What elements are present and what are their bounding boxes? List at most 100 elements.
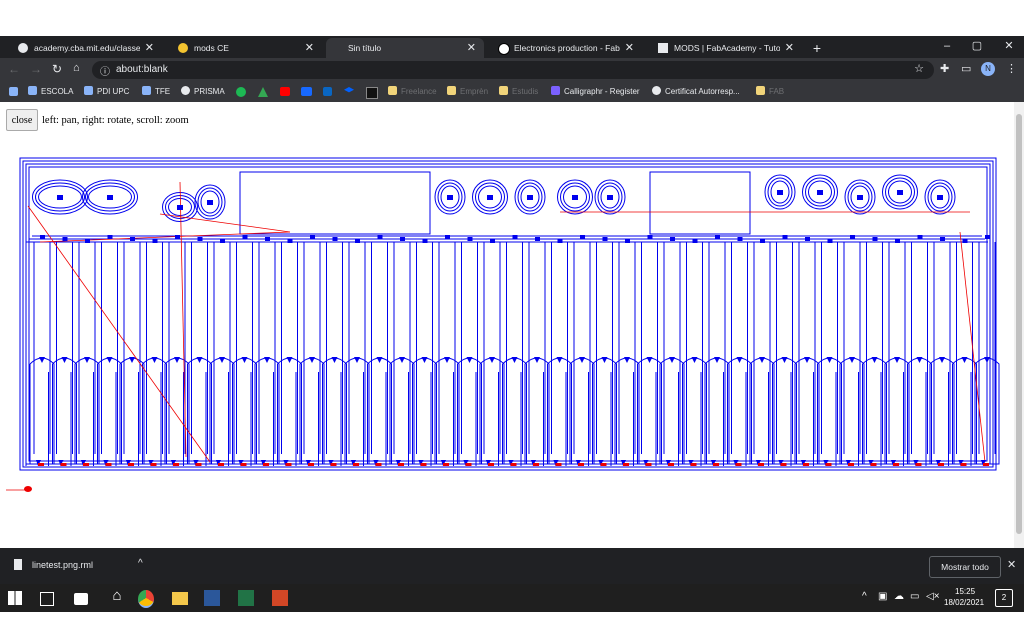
- tab-mods-ce[interactable]: mods CE ✕: [166, 38, 322, 58]
- arrow-mark: [129, 357, 135, 363]
- cast-icon[interactable]: ▭: [961, 62, 971, 75]
- finger-trace-path: [686, 242, 703, 454]
- linkedin-icon[interactable]: [323, 87, 332, 96]
- bookmark-calligraphr[interactable]: Calligraphr - Register: [551, 82, 640, 102]
- dark-app-icon[interactable]: [366, 87, 378, 99]
- battery-icon[interactable]: ▭: [910, 591, 919, 602]
- arrow-mark: [826, 357, 833, 363]
- arrow-mark: [804, 357, 810, 363]
- bookmark-star-icon[interactable]: ☆: [914, 62, 924, 75]
- back-icon[interactable]: ←: [8, 62, 20, 76]
- drive-icon[interactable]: [258, 87, 268, 97]
- arrow-mark: [175, 235, 180, 239]
- onedrive-icon[interactable]: ☁: [894, 591, 904, 602]
- menu-icon[interactable]: ⋮: [1006, 62, 1017, 75]
- tab-electronics-production[interactable]: Electronics production - FabAcad ✕: [486, 38, 642, 58]
- youtube-icon[interactable]: [280, 87, 290, 96]
- scrollbar-thumb[interactable]: [1016, 114, 1022, 534]
- clock-time[interactable]: 15:25: [955, 587, 975, 596]
- arrow-mark: [107, 195, 113, 200]
- notification-center-icon[interactable]: 2: [995, 589, 1013, 607]
- bookmark-prisma[interactable]: PRISMA: [181, 82, 225, 102]
- bookmark-icon: [84, 86, 93, 95]
- chevron-up-icon[interactable]: ^: [138, 558, 143, 569]
- bookmark-pdi-upc[interactable]: PDI UPC: [84, 82, 129, 102]
- arrow-mark: [287, 239, 293, 243]
- arrow-mark: [601, 357, 608, 363]
- vertical-scrollbar[interactable]: [1014, 102, 1024, 548]
- arrow-mark: [872, 237, 878, 241]
- powerpoint-icon[interactable]: [272, 590, 288, 606]
- arrow-mark: [377, 235, 383, 239]
- minimize-icon[interactable]: –: [932, 36, 962, 58]
- word-icon[interactable]: [204, 590, 220, 606]
- system-tray-chevron-icon[interactable]: ^: [862, 591, 867, 602]
- extensions-icon[interactable]: ✚: [940, 62, 949, 75]
- arrow-mark: [937, 195, 943, 200]
- reload-icon[interactable]: ↻: [52, 62, 62, 76]
- file-explorer-icon[interactable]: [172, 592, 188, 605]
- home-taskbar-icon[interactable]: ⌂: [106, 587, 128, 609]
- clock-date[interactable]: 18/02/2021: [944, 598, 984, 607]
- tab-title: academy.cba.mit.edu/classes/ele: [34, 43, 140, 53]
- page-content: close left: pan, right: rotate, scroll: …: [0, 102, 1024, 548]
- excel-icon[interactable]: [238, 590, 254, 606]
- whatsapp-icon[interactable]: [236, 87, 246, 97]
- maximize-icon[interactable]: ▢: [962, 36, 992, 58]
- close-window-icon[interactable]: ✕: [994, 36, 1024, 58]
- tab-mods-tutorials[interactable]: MODS | FabAcademy - Tutorials ✕: [646, 38, 802, 58]
- outer-frame-path: [28, 166, 988, 462]
- close-tab-icon[interactable]: ✕: [467, 38, 476, 58]
- tray-device-icon[interactable]: ▣: [878, 591, 887, 602]
- store-icon[interactable]: [74, 593, 88, 605]
- close-tab-icon[interactable]: ✕: [145, 38, 154, 58]
- info-icon[interactable]: ⓘ: [100, 63, 110, 78]
- chrome-taskbar-icon[interactable]: [138, 590, 154, 608]
- tab-sin-titulo[interactable]: Sin título ✕: [326, 38, 484, 58]
- arrow-mark: [984, 357, 990, 363]
- finger-trace-path: [281, 242, 298, 454]
- rapid-mark: [240, 463, 247, 466]
- dropbox-icon[interactable]: [344, 87, 354, 93]
- arrow-mark: [940, 237, 945, 241]
- rapid-mark: [263, 463, 269, 466]
- forward-icon[interactable]: →: [30, 62, 42, 76]
- arrow-mark: [174, 357, 180, 363]
- bookmark-folder-freelance[interactable]: Freelance: [388, 82, 437, 102]
- bookmark-escola[interactable]: ESCOLA: [28, 82, 73, 102]
- arrow-mark: [535, 237, 540, 241]
- task-view-icon[interactable]: [40, 592, 54, 606]
- arrow-mark: [917, 235, 923, 239]
- toolpath-view[interactable]: [0, 102, 1014, 542]
- show-all-button[interactable]: Mostrar todo: [929, 556, 1001, 578]
- arrow-mark: [40, 235, 45, 239]
- windows-start-icon[interactable]: [8, 591, 22, 605]
- close-tab-icon[interactable]: ✕: [625, 38, 634, 58]
- volume-muted-icon[interactable]: ◁×: [926, 591, 940, 602]
- profile-avatar[interactable]: N: [981, 62, 995, 76]
- globe-icon: [181, 86, 190, 95]
- close-tab-icon[interactable]: ✕: [785, 38, 794, 58]
- arrow-mark: [39, 357, 45, 363]
- download-filename[interactable]: linetest.png.rml: [32, 560, 93, 570]
- folder-icon: [756, 86, 765, 95]
- rapid-mark: [24, 486, 32, 492]
- bookmark-folder-estudis[interactable]: Estudis: [499, 82, 538, 102]
- address-bar[interactable]: ⓘ about:blank ☆: [92, 61, 934, 79]
- bookmark-folder-fab[interactable]: FAB: [756, 82, 784, 102]
- home-icon[interactable]: ⌂: [73, 62, 80, 74]
- arrow-mark: [85, 239, 90, 243]
- apps-icon[interactable]: [9, 87, 18, 96]
- bookmark-certificat[interactable]: Certificat Autorresp...: [652, 82, 740, 102]
- fabacademy-icon: [498, 43, 510, 55]
- tab-academy[interactable]: academy.cba.mit.edu/classes/ele ✕: [6, 38, 162, 58]
- bookmark-tfe[interactable]: TFE: [142, 82, 170, 102]
- behance-icon[interactable]: [301, 87, 312, 96]
- rapid-mark: [285, 463, 292, 466]
- close-tab-icon[interactable]: ✕: [305, 38, 314, 58]
- bookmark-folder-empren[interactable]: Emprèn: [447, 82, 488, 102]
- finger-trace-path: [596, 242, 613, 454]
- close-shelf-icon[interactable]: ✕: [1007, 558, 1016, 571]
- new-tab-button[interactable]: +: [806, 38, 828, 58]
- arrow-mark: [760, 239, 765, 243]
